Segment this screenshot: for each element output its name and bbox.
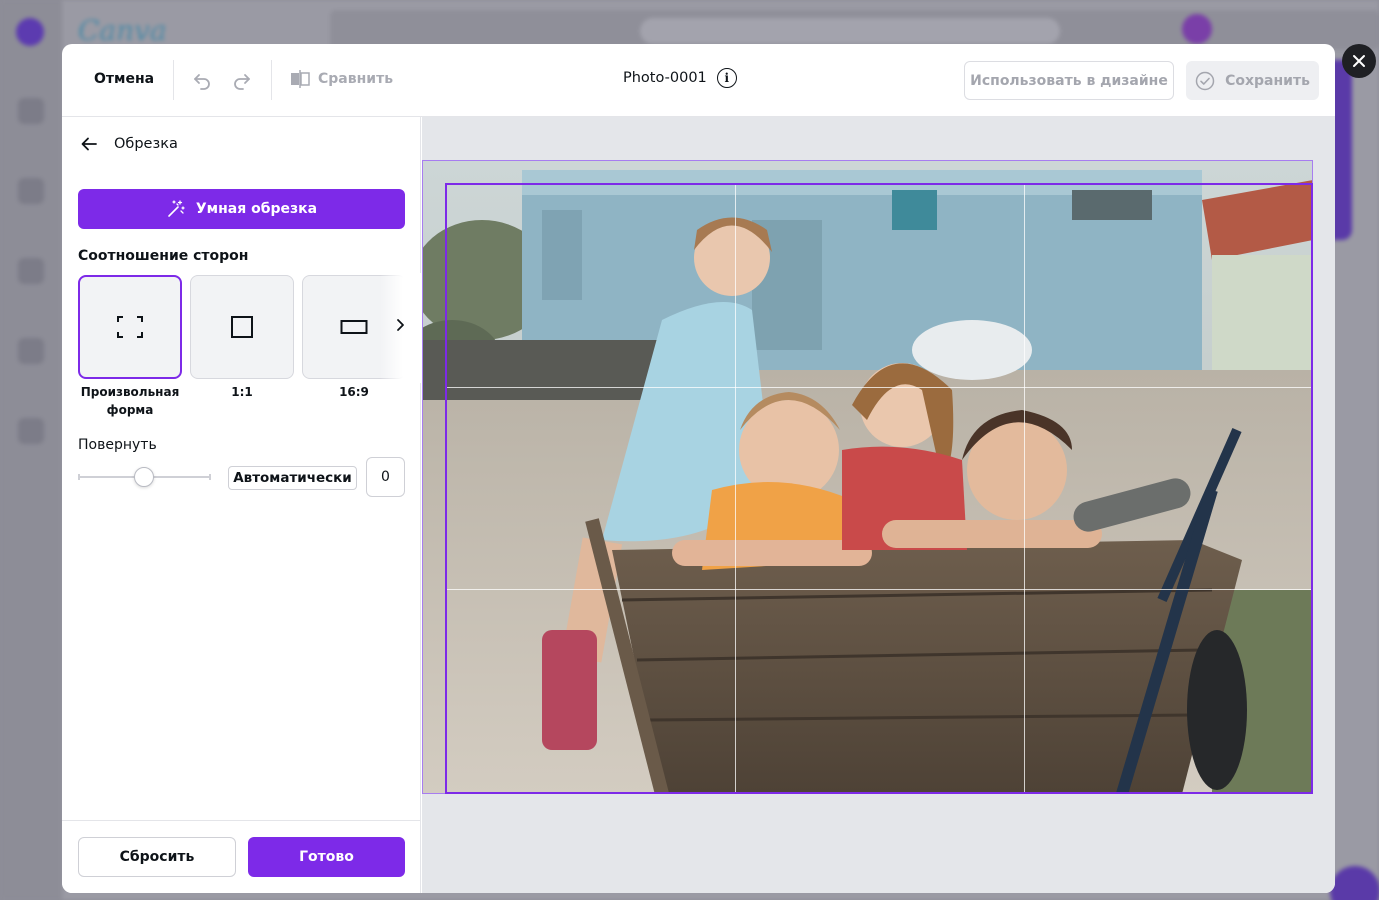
rotate-slider-thumb[interactable] — [134, 467, 154, 487]
compare-button[interactable]: Сравнить — [290, 70, 393, 88]
ratio-1-1-label: 1:1 — [231, 385, 253, 399]
ratio-freeform-label-line2: форма — [106, 403, 154, 417]
slider-tick — [78, 474, 80, 480]
panel-title: Обрезка — [114, 136, 178, 152]
slider-tick — [209, 474, 211, 480]
crop-grid-line — [447, 589, 1311, 590]
header-divider — [271, 60, 272, 100]
document-title: Photo-0001 i — [623, 68, 737, 88]
compare-icon — [291, 70, 310, 88]
ratio-1-1[interactable] — [190, 275, 294, 379]
title-text: Photo-0001 — [623, 70, 707, 86]
save-button[interactable]: Сохранить — [1186, 61, 1319, 100]
magic-wand-icon — [168, 200, 185, 217]
background-avatar — [1182, 14, 1212, 44]
ratio-freeform-label: Произвольная форма — [78, 383, 182, 419]
rotate-heading: Повернуть — [78, 437, 157, 453]
save-label: Сохранить — [1225, 72, 1310, 89]
close-button[interactable] — [1342, 44, 1376, 78]
use-in-design-button[interactable]: Использовать в дизайне — [964, 61, 1174, 100]
rotate-angle-input[interactable]: 0 — [366, 457, 405, 497]
check-circle-icon — [1195, 71, 1215, 90]
back-to-tools[interactable]: Обрезка — [80, 135, 178, 153]
crop-grid-line — [447, 387, 1311, 388]
crop-frame[interactable] — [445, 183, 1313, 794]
smart-crop-label: Умная обрезка — [195, 201, 318, 217]
panel-footer-divider — [62, 820, 421, 821]
auto-rotate-button[interactable]: Автоматически — [228, 466, 357, 490]
reset-button[interactable]: Сбросить — [78, 837, 236, 877]
ratio-freeform-label-line1: Произвольная — [80, 385, 180, 399]
ratio-16-9-label: 16:9 — [339, 385, 369, 399]
aspect-ratio-heading: Соотношение сторон — [78, 248, 249, 264]
background-side-rail — [0, 0, 62, 900]
crop-canvas — [422, 117, 1335, 893]
info-icon[interactable]: i — [716, 68, 737, 88]
crop-grid-line — [735, 185, 736, 792]
undo-icon[interactable] — [190, 68, 214, 92]
header-divider — [173, 60, 174, 100]
square-ratio-icon — [231, 316, 253, 338]
smart-crop-button[interactable]: Умная обрезка — [78, 189, 405, 229]
redo-icon[interactable] — [230, 68, 254, 92]
background-wordmark: Canva — [78, 14, 167, 47]
crop-grid-line — [1024, 185, 1025, 792]
arrow-left-icon — [81, 137, 97, 151]
compare-label: Сравнить — [318, 71, 394, 87]
done-button[interactable]: Готово — [248, 837, 405, 877]
cancel-button[interactable]: Отмена — [94, 71, 154, 87]
wide-ratio-icon — [340, 320, 368, 334]
crop-panel: Обрезка Умная обрезка Соотношение сторон… — [62, 117, 422, 893]
chevron-right-icon[interactable] — [392, 317, 408, 333]
background-search — [640, 18, 1060, 44]
freeform-crop-icon — [117, 316, 143, 338]
editor-header: Отмена Сравнить Photo-0001 i Использоват… — [62, 44, 1335, 117]
background-help-fab — [1330, 866, 1379, 900]
background-logo — [16, 18, 44, 46]
ratio-freeform[interactable] — [78, 275, 182, 379]
photo-editor-modal: Отмена Сравнить Photo-0001 i Использоват… — [62, 44, 1335, 893]
close-icon — [1353, 55, 1365, 67]
